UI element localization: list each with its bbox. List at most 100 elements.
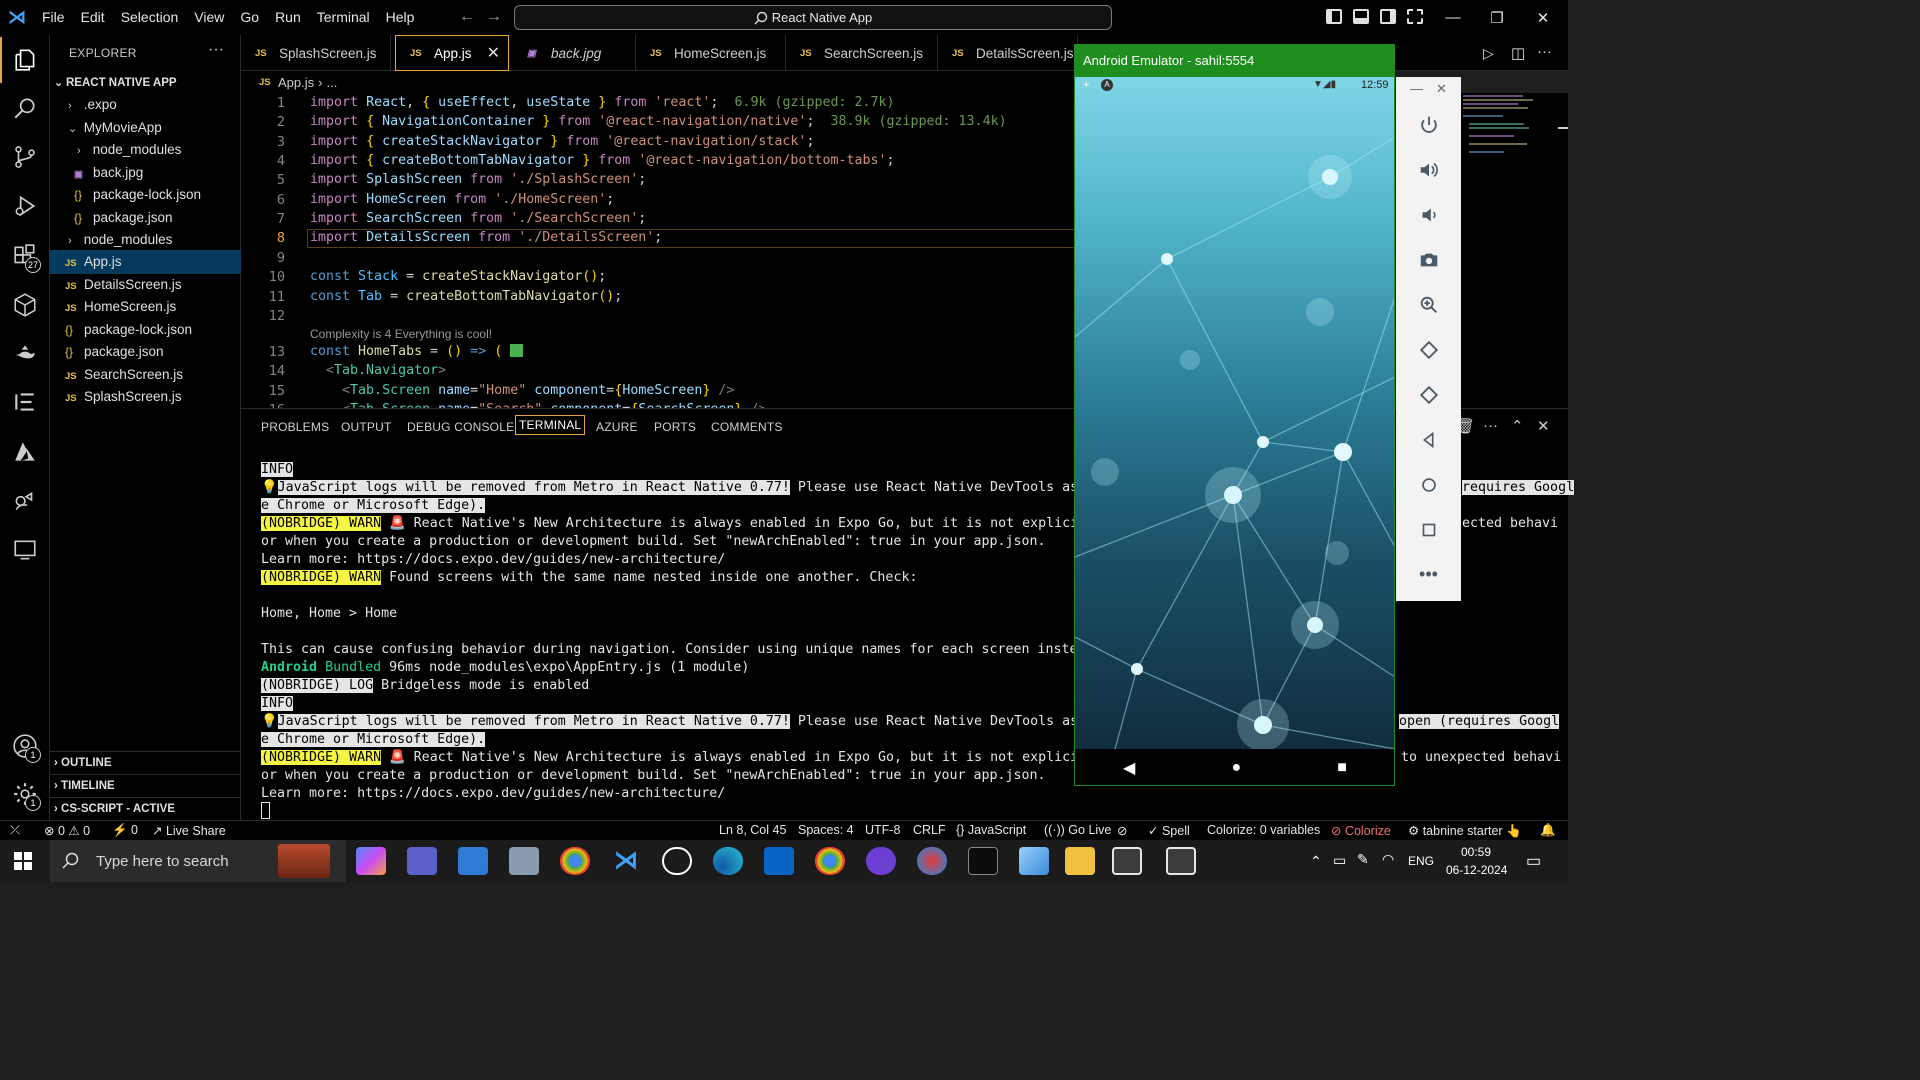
volume-down-icon[interactable] [1396, 192, 1461, 237]
bell-icon[interactable]: 🔔 [1540, 823, 1556, 838]
toggle-panel-icon[interactable] [1353, 9, 1369, 24]
mail-icon[interactable] [458, 847, 488, 875]
tree-item[interactable]: › node_modules [50, 229, 240, 251]
run-debug-icon[interactable] [0, 183, 50, 229]
source-control-icon[interactable] [0, 134, 50, 180]
close-panel-icon[interactable]: ✕ [1537, 417, 1550, 435]
chrome-canary-icon[interactable] [917, 847, 947, 875]
tab-comments[interactable]: COMMENTS [711, 420, 783, 434]
live-share-icon[interactable] [0, 478, 50, 524]
battery-icon[interactable]: ▭ [1333, 852, 1346, 869]
chrome-profile-icon[interactable] [815, 847, 845, 875]
menu-file[interactable]: File [34, 0, 73, 35]
tree-item[interactable]: ▣ back.jpg [50, 162, 240, 184]
chrome-icon[interactable] [560, 847, 590, 875]
input-language[interactable]: ENG [1408, 854, 1434, 868]
menu-go[interactable]: Go [232, 0, 267, 35]
android-back-icon[interactable]: ◀ [1123, 758, 1135, 778]
maximize-panel-icon[interactable]: ⌃ [1511, 417, 1524, 435]
explorer-root[interactable]: ⌄ REACT NATIVE APP [50, 72, 240, 94]
cs-script-section[interactable]: › CS-SCRIPT - ACTIVE [50, 797, 240, 819]
windows-start-icon[interactable] [14, 852, 32, 870]
terminal-icon[interactable] [968, 847, 998, 875]
edge-icon[interactable] [713, 847, 743, 875]
tree-item[interactable]: JS DetailsScreen.js [50, 274, 240, 296]
menu-selection[interactable]: Selection [113, 0, 187, 35]
indentation[interactable]: Spaces: 4 [798, 823, 854, 837]
rotate-left-icon[interactable] [1396, 327, 1461, 372]
close-window-button[interactable]: ✕ [1520, 0, 1566, 35]
more-actions-icon[interactable]: ··· [1483, 417, 1498, 434]
clock-time[interactable]: 00:59 [1461, 845, 1491, 859]
menu-run[interactable]: Run [267, 0, 309, 35]
colorize-variables[interactable]: Colorize: 0 variables [1207, 823, 1320, 837]
encoding[interactable]: UTF-8 [865, 823, 900, 837]
notepad-icon[interactable] [1019, 847, 1049, 875]
tab-searchscreen[interactable]: JS SearchScreen.js [786, 35, 938, 71]
android-emulator-window[interactable]: Android Emulator - sahil:5554 + A ▼◢▮ 12… [1074, 44, 1395, 786]
rotate-right-icon[interactable] [1396, 372, 1461, 417]
notifications-off-icon[interactable]: ⊘ [1117, 823, 1127, 838]
notification-center-icon[interactable]: ▭ [1526, 851, 1541, 871]
vscode-icon[interactable]: ⋊ [611, 847, 641, 875]
live-share-button[interactable]: ↗ Live Share [152, 823, 226, 838]
breadcrumb-rest[interactable]: ... [326, 75, 337, 90]
command-center[interactable]: React Native App [514, 5, 1112, 30]
phone-screen[interactable]: + A ▼◢▮ 12:59 [1075, 77, 1394, 749]
tab-output[interactable]: OUTPUT [341, 420, 392, 434]
android-recents-icon[interactable]: ■ [1337, 759, 1347, 777]
snipping-tool-icon[interactable] [509, 847, 539, 875]
taskbar-search[interactable]: Type here to search [50, 840, 346, 882]
search-icon[interactable] [0, 85, 50, 131]
tree-item[interactable]: {} package.json [50, 341, 240, 363]
remote-icon[interactable]: ⤫ [10, 823, 20, 838]
power-icon[interactable] [1396, 102, 1461, 147]
extensions-icon[interactable]: 27 [0, 233, 50, 279]
tree-item[interactable]: JS SplashScreen.js [50, 386, 240, 408]
tree-item[interactable]: {} package.json [50, 207, 240, 229]
outlook-icon[interactable] [764, 847, 794, 875]
tab-app-js[interactable]: JS App.js ✕ [395, 35, 509, 71]
code-editor[interactable]: 1 2 3 4 5 6 7 8 9 10 11 12 13 14 15 16 i… [241, 93, 1075, 408]
forward-arrow-icon[interactable]: → [486, 8, 502, 26]
toggle-sidebar-icon[interactable] [1326, 9, 1342, 24]
tree-item[interactable]: › .expo [50, 94, 240, 116]
colorize-toggle[interactable]: ⊘ Colorize [1331, 823, 1391, 838]
tree-item[interactable]: JS HomeScreen.js [50, 296, 240, 318]
emulator-title[interactable]: Android Emulator - sahil:5554 [1075, 45, 1394, 77]
volume-up-icon[interactable] [1396, 147, 1461, 192]
tree-item[interactable]: {} package-lock.json [50, 184, 240, 206]
remote-explorer-icon[interactable] [0, 282, 50, 328]
tab-debug-console[interactable]: DEBUG CONSOLE [407, 420, 514, 434]
explorer-icon[interactable] [0, 37, 50, 83]
tab-splashscreen[interactable]: JS SplashScreen.js [241, 35, 391, 71]
app-store-icon[interactable] [662, 847, 692, 875]
ports-indicator[interactable]: ⚡ 0 [112, 823, 138, 838]
outline-section[interactable]: › OUTLINE [50, 751, 240, 773]
tree-item[interactable]: JS SearchScreen.js [50, 364, 240, 386]
file-explorer-icon[interactable] [1065, 847, 1095, 875]
overview-icon[interactable] [1396, 507, 1461, 552]
wifi-icon[interactable]: ◠ [1382, 851, 1394, 868]
android-home-icon[interactable]: ● [1231, 759, 1241, 777]
tree-item[interactable]: {} package-lock.json [50, 319, 240, 341]
tab-back-jpg[interactable]: ▣ back.jpg [513, 35, 636, 71]
azure-icon[interactable] [0, 429, 50, 475]
customize-layout-icon[interactable] [1407, 9, 1423, 24]
close-tab-icon[interactable]: ✕ [487, 43, 500, 63]
spell-check[interactable]: ✓ Spell [1148, 823, 1190, 838]
camera-icon[interactable] [1396, 237, 1461, 282]
genie-lamp-icon[interactable] [0, 330, 50, 376]
tabnine-status[interactable]: ⚙ tabnine starter 👆 [1408, 823, 1522, 839]
tab-terminal[interactable]: TERMINAL [515, 415, 586, 435]
zoom-icon[interactable] [1396, 282, 1461, 327]
back-arrow-icon[interactable]: ← [459, 8, 475, 26]
more-actions-icon[interactable]: ··· [208, 41, 224, 59]
tab-ports[interactable]: PORTS [654, 420, 696, 434]
tab-problems[interactable]: PROBLEMS [261, 420, 329, 434]
tab-detailsscreen[interactable]: JS DetailsScreen.js [938, 35, 1078, 71]
emulator-taskbar-icon[interactable] [1112, 847, 1142, 875]
clock-date[interactable]: 06-12-2024 [1446, 863, 1507, 877]
tree-item[interactable]: › node_modules [50, 139, 240, 161]
restore-button[interactable]: ❐ [1474, 0, 1520, 35]
